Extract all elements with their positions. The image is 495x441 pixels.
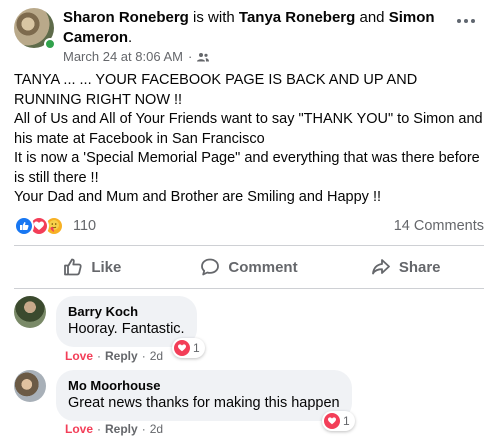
post-timestamp[interactable]: March 24 at 8:06 AM [63,49,183,64]
comment-reaction-badge[interactable]: 1 [322,411,355,431]
comment-item: Mo Moorhouse Great news thanks for makin… [14,370,484,440]
more-dot-icon [457,19,461,23]
like-icon [14,216,34,236]
reaction-count[interactable]: 110 [73,218,96,234]
comment-meta: Love · Reply · 2d [65,349,163,363]
meta-dot: · [141,349,146,363]
comment-bubble: Mo Moorhouse Great news thanks for makin… [56,370,352,421]
with-text: is with [193,9,235,26]
post-text-line: Your Dad and Mum and Brother are Smiling… [14,189,382,205]
comment-bubble-icon [201,258,220,276]
love-reaction-link[interactable]: Love [65,349,93,363]
comment-reaction-badge[interactable]: 1 [172,338,205,358]
post-text-line: All of Us and All of Your Friends want t… [14,111,487,147]
post-text-line: It is now a 'Special Memorial Page" and … [14,150,484,186]
divider [14,288,484,289]
comment-button[interactable]: Comment [171,246,328,288]
reply-link[interactable]: Reply [105,422,138,436]
online-status-dot [44,38,56,50]
post-header: Sharon Roneberg is with Tanya Roneberg a… [14,4,484,64]
commenter-name-link[interactable]: Mo Moorhouse [68,377,340,394]
post-text-line: TANYA ... ... YOUR FACEBOOK PAGE IS BACK… [14,72,422,108]
meta-separator: · [187,49,193,64]
comment-meta: Love · Reply · 2d [65,422,163,436]
friends-icon[interactable] [197,52,210,62]
meta-dot: · [97,349,102,363]
reply-link[interactable]: Reply [105,349,138,363]
like-label: Like [91,258,122,276]
post-header-text: Sharon Roneberg is with Tanya Roneberg a… [63,8,443,48]
period-text: . [128,29,133,46]
and-text: and [359,9,385,26]
comment-count-link[interactable]: 14 Comments [394,218,484,234]
commenter-name-link[interactable]: Barry Koch [68,303,185,320]
tagged-user-link-1[interactable]: Tanya Roneberg [239,9,355,26]
reaction-icons[interactable] [14,216,64,236]
comment-reaction-count: 1 [343,414,350,428]
share-button[interactable]: Share [327,246,484,288]
love-reaction-link[interactable]: Love [65,422,93,436]
thumbs-up-icon [64,258,82,276]
post-actions: Like Comment Share [14,246,484,288]
share-arrow-icon [371,259,390,275]
love-icon [174,340,190,356]
comment-item: Barry Koch Hooray. Fantastic. 1 Love · R… [14,296,484,366]
commenter-avatar[interactable] [14,370,46,402]
comment-reaction-count: 1 [193,341,200,355]
post-meta: March 24 at 8:06 AM · [63,49,210,64]
comment-age[interactable]: 2d [150,349,163,363]
comment-text: Great news thanks for making this happen [68,395,340,411]
meta-dot: · [97,422,102,436]
post-body: TANYA ... ... YOUR FACEBOOK PAGE IS BACK… [14,71,484,208]
share-label: Share [398,258,441,276]
reactions-summary: 110 14 Comments [14,214,484,238]
like-button[interactable]: Like [14,246,171,288]
comment-text: Hooray. Fantastic. [68,321,185,337]
comment-label: Comment [228,258,298,276]
commenter-avatar[interactable] [14,296,46,328]
more-dot-icon [464,19,468,23]
author-name-link[interactable]: Sharon Roneberg [63,9,189,26]
more-dot-icon [471,19,475,23]
more-options-button[interactable] [452,10,480,32]
love-icon [324,413,340,429]
comment-age[interactable]: 2d [150,422,163,436]
meta-dot: · [141,422,146,436]
